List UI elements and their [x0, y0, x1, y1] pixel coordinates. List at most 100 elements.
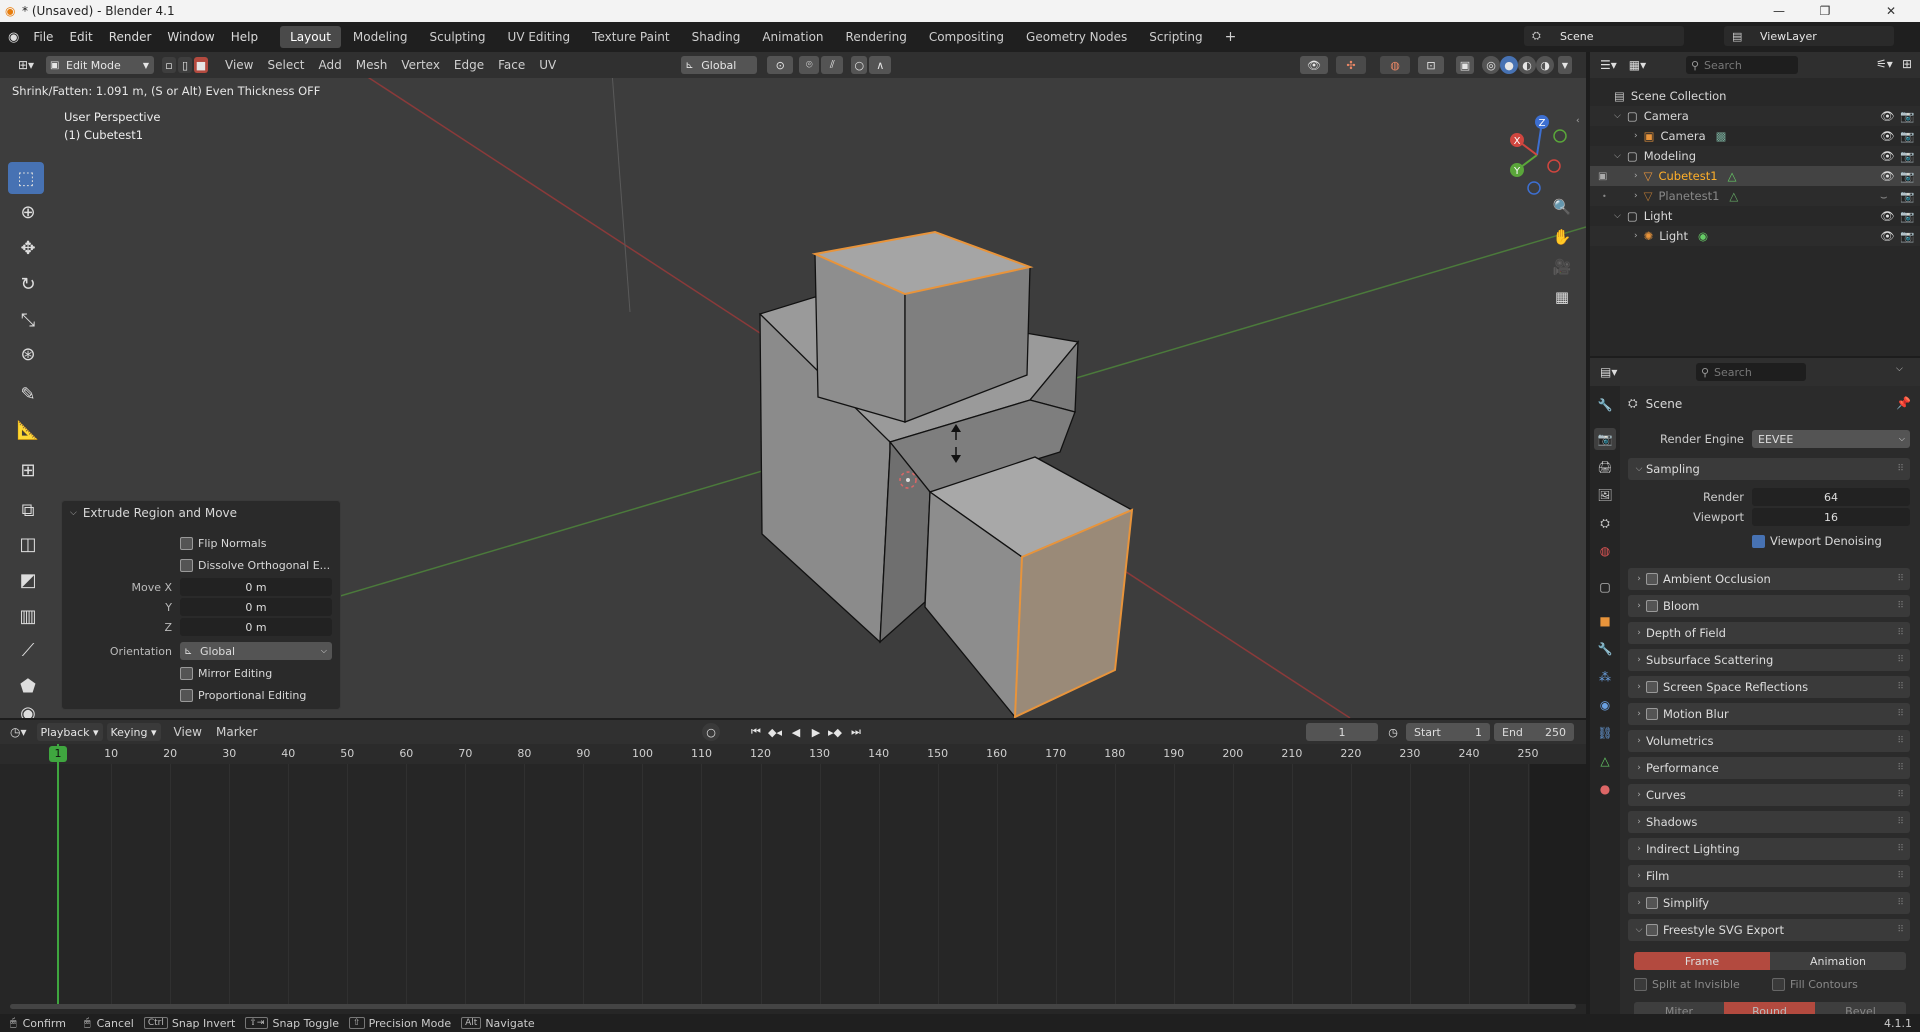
mesh-edit-overlay-button[interactable]: ⊡: [1418, 56, 1444, 74]
split-invisible-row[interactable]: Split at Invisible: [1634, 978, 1740, 991]
material-tab-icon[interactable]: ●: [1594, 778, 1616, 800]
section-freestyle-svg-export[interactable]: ⌵ Freestyle SVG Export ⠿: [1628, 919, 1910, 941]
tab-modeling[interactable]: Modeling: [343, 26, 418, 48]
tab-animation[interactable]: Animation: [752, 26, 833, 48]
section-depth-of-field[interactable]: › Depth of Field ⠿: [1628, 622, 1910, 644]
scale-tool[interactable]: ⤡: [10, 304, 46, 336]
render-camera-icon[interactable]: 📷: [1900, 229, 1914, 243]
tab-uv-editing[interactable]: UV Editing: [498, 26, 581, 48]
mirror-editing-checkbox[interactable]: [180, 666, 193, 680]
zoom-icon[interactable]: 🔍: [1549, 194, 1575, 220]
split-invisible-checkbox[interactable]: [1634, 978, 1647, 991]
wireframe-shading-button[interactable]: ◎: [1482, 56, 1500, 74]
section-screen-space-reflections[interactable]: › Screen Space Reflections ⠿: [1628, 676, 1910, 698]
section-film[interactable]: › Film ⠿: [1628, 865, 1910, 887]
orientation-dropdown[interactable]: ⊾ Global: [681, 56, 758, 74]
outliner-row-camera-object[interactable]: › ▣ Camera ▩ 👁 📷: [1590, 126, 1920, 146]
drag-handle-icon[interactable]: ⠿: [1897, 709, 1904, 719]
viewport-denoising-row[interactable]: Viewport Denoising: [1752, 534, 1882, 548]
timeline-editor-type-icon[interactable]: ◷▾: [10, 725, 27, 739]
menu-edit[interactable]: Edit: [61, 22, 100, 52]
playhead-frame-badge[interactable]: 1: [49, 746, 67, 762]
solid-shading-button[interactable]: ●: [1500, 56, 1518, 74]
viewport-menu-add[interactable]: Add: [312, 58, 349, 72]
section-volumetrics[interactable]: › Volumetrics ⠿: [1628, 730, 1910, 752]
proportional-edit-button[interactable]: ○: [851, 56, 868, 74]
sampling-panel-header[interactable]: ⌵ Sampling ⠿: [1628, 458, 1910, 480]
render-camera-icon[interactable]: 📷: [1900, 169, 1914, 183]
collection-tab-icon[interactable]: ▢: [1594, 576, 1616, 598]
eye-icon[interactable]: 👁: [1880, 149, 1895, 163]
camera-view-icon[interactable]: 🎥: [1549, 254, 1575, 280]
viewport-denoising-checkbox[interactable]: [1752, 534, 1765, 548]
material-shading-button[interactable]: ◐: [1518, 56, 1536, 74]
viewport-menu-mesh[interactable]: Mesh: [349, 58, 395, 72]
outliner-row-scene-collection[interactable]: ▤ Scene Collection: [1590, 86, 1920, 106]
eye-icon[interactable]: 👁: [1880, 229, 1895, 243]
drag-handle-icon[interactable]: ⠿: [1897, 601, 1904, 611]
loop-cut-tool[interactable]: ▥: [10, 600, 46, 632]
drag-handle-icon[interactable]: ⠿: [1897, 682, 1904, 692]
drag-handle-icon[interactable]: ⠿: [1897, 763, 1904, 773]
gizmo-toggle-button[interactable]: ✣: [1336, 56, 1366, 74]
eye-icon[interactable]: 👁: [1880, 129, 1895, 143]
falloff-button[interactable]: ∧: [869, 56, 892, 74]
measure-tool[interactable]: 📐: [10, 414, 46, 446]
minimize-button[interactable]: —: [1756, 0, 1802, 22]
tab-geometry-nodes[interactable]: Geometry Nodes: [1016, 26, 1137, 48]
maximize-button[interactable]: ❐: [1802, 0, 1848, 22]
section-indirect-lighting[interactable]: › Indirect Lighting ⠿: [1628, 838, 1910, 860]
render-tab-icon[interactable]: 📷: [1594, 428, 1616, 450]
viewport-menu-edge[interactable]: Edge: [447, 58, 491, 72]
proportional-editing-checkbox[interactable]: [180, 688, 193, 702]
physics-tab-icon[interactable]: ◉: [1594, 694, 1616, 716]
outliner-row-light-object[interactable]: › ✺ Light ◉ 👁 📷: [1590, 226, 1920, 246]
section-enable-checkbox[interactable]: [1646, 681, 1658, 693]
play-button[interactable]: ▶: [808, 723, 824, 741]
join-round-button[interactable]: Round: [1724, 1002, 1815, 1014]
annotate-tool[interactable]: ✎: [10, 378, 46, 410]
outliner-row-light-collection[interactable]: ⌵ ▢ Light 👁 📷: [1590, 206, 1920, 226]
freestyle-tab-frame[interactable]: Frame: [1634, 952, 1770, 970]
grid-perspective-icon[interactable]: ▦: [1549, 284, 1575, 310]
section-ambient-occlusion[interactable]: › Ambient Occlusion ⠿: [1628, 568, 1910, 590]
keying-menu[interactable]: Keying ▾: [106, 723, 161, 741]
viewport-menu-vertex[interactable]: Vertex: [394, 58, 447, 72]
section-enable-checkbox[interactable]: [1646, 897, 1658, 909]
section-subsurface-scattering[interactable]: › Subsurface Scattering ⠿: [1628, 649, 1910, 671]
pin-icon[interactable]: 📌: [1896, 396, 1911, 410]
flip-normals-row[interactable]: Flip Normals: [62, 533, 342, 553]
close-button[interactable]: ✕: [1868, 0, 1914, 22]
auto-keying-button[interactable]: ○: [702, 723, 720, 741]
add-cube-tool[interactable]: ⊞: [10, 454, 46, 486]
render-camera-icon[interactable]: 📷: [1900, 209, 1914, 223]
play-reverse-button[interactable]: ◀: [788, 723, 804, 741]
properties-editor-type-icon[interactable]: ▤▾: [1600, 365, 1617, 379]
editor-type-icon[interactable]: ⊞▾: [12, 58, 40, 72]
bevel-tool[interactable]: ◩: [10, 564, 46, 596]
output-tab-icon[interactable]: 🖨: [1594, 456, 1616, 478]
face-select-button[interactable]: ■: [194, 57, 208, 73]
move-z-field[interactable]: 0 m: [180, 618, 332, 636]
tab-layout[interactable]: Layout: [280, 26, 341, 48]
drag-handle-icon[interactable]: ⠿: [1897, 817, 1904, 827]
modifier-tab-icon[interactable]: 🔧: [1594, 638, 1616, 660]
render-samples-field[interactable]: 64: [1752, 488, 1910, 506]
drag-handle-icon[interactable]: ⠿: [1897, 871, 1904, 881]
tab-scripting[interactable]: Scripting: [1139, 26, 1212, 48]
scene-selector[interactable]: ⛭ Scene: [1524, 26, 1684, 46]
drag-handle-icon[interactable]: ⠿: [1897, 925, 1904, 935]
select-box-tool[interactable]: ⬚: [8, 162, 44, 194]
tab-compositing[interactable]: Compositing: [919, 26, 1014, 48]
cursor-tool[interactable]: ⊕: [10, 196, 46, 228]
eye-icon[interactable]: 👁: [1880, 169, 1895, 183]
viewport-menu-face[interactable]: Face: [491, 58, 532, 72]
outliner-row-camera-collection[interactable]: ⌵ ▢ Camera 👁 📷: [1590, 106, 1920, 126]
menu-file[interactable]: File: [25, 22, 61, 52]
jump-key-back-button[interactable]: ◆◂: [766, 723, 784, 741]
blender-menu-icon[interactable]: ◉: [8, 30, 19, 45]
section-motion-blur[interactable]: › Motion Blur ⠿: [1628, 703, 1910, 725]
jump-key-forward-button[interactable]: ▸◆: [826, 723, 844, 741]
preview-range-icon[interactable]: ◷: [1384, 723, 1402, 741]
poly-build-tool[interactable]: ⬟: [10, 670, 46, 702]
